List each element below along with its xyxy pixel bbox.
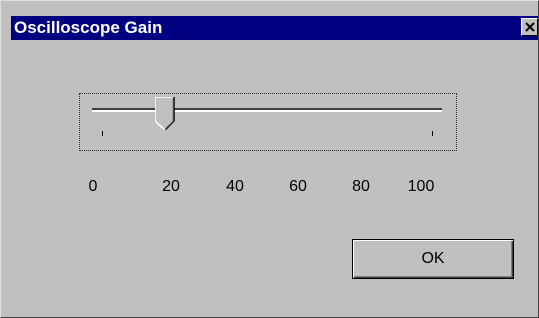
window-title: Oscilloscope Gain [14,18,163,37]
slider-thumb[interactable] [155,97,175,131]
dialog-window: Oscilloscope Gain 0 20 40 60 80 100 OK [0,0,539,318]
slider-tick-max [432,131,433,136]
slider-tick-min [102,131,103,136]
scale-label-0: 0 [88,178,98,195]
scale-label-100: 100 [407,178,435,195]
ok-button[interactable]: OK [352,239,514,279]
slider-track[interactable] [92,108,442,112]
scale-label-80: 80 [352,178,370,195]
scale-label-40: 40 [226,178,244,195]
close-icon [525,22,535,32]
scale-label-20: 20 [162,178,180,195]
scale-label-60: 60 [289,178,307,195]
title-bar: Oscilloscope Gain [11,16,538,40]
close-button[interactable] [521,18,538,36]
gain-slider[interactable] [79,93,457,151]
